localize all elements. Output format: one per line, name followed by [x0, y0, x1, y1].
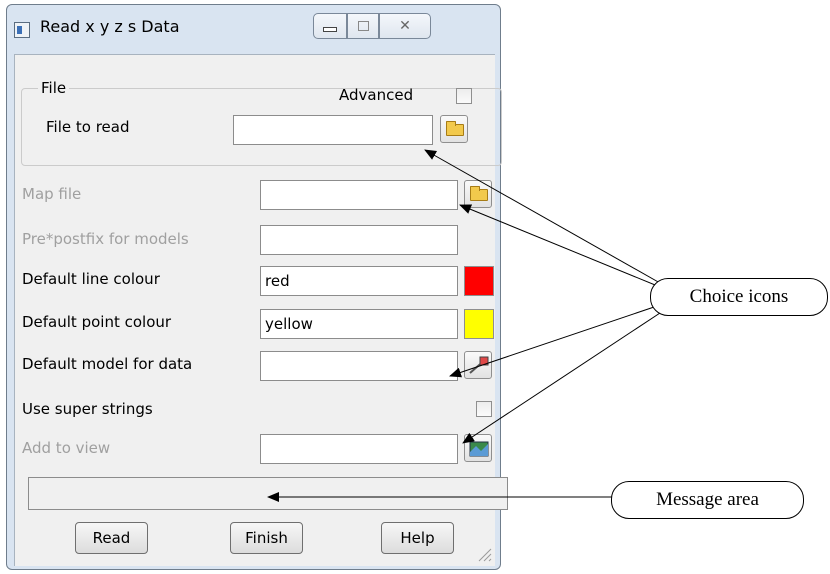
- message-area-callout: Message area: [611, 481, 804, 519]
- choice-icons-arrows: [424, 149, 661, 444]
- choice-icons-callout: Choice icons: [650, 278, 828, 316]
